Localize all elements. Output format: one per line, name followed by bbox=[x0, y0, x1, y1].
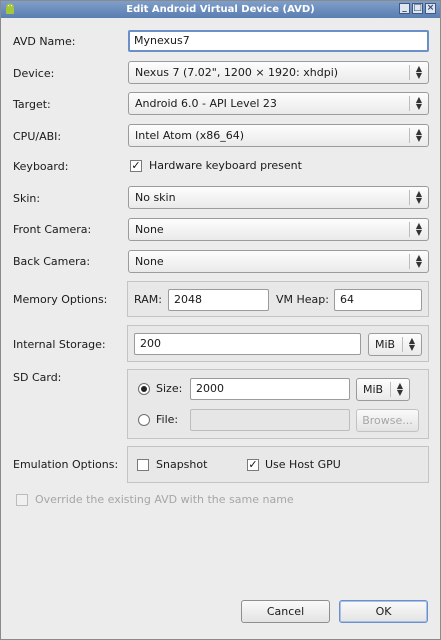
sd-file-radio[interactable] bbox=[138, 414, 150, 426]
avd-name-label: AVD Name: bbox=[13, 35, 76, 48]
sd-size-label: Size: bbox=[156, 382, 183, 395]
target-value: Android 6.0 - API Level 23 bbox=[135, 97, 277, 110]
back-camera-label: Back Camera: bbox=[13, 255, 91, 268]
internal-storage-group: 200 MiB ▲ ▼ bbox=[127, 325, 429, 362]
close-button[interactable]: × bbox=[425, 3, 436, 14]
use-host-gpu-label: Use Host GPU bbox=[265, 458, 341, 471]
window-title: Edit Android Virtual Device (AVD) bbox=[126, 4, 315, 15]
chevron-updown-icon: ▲ ▼ bbox=[409, 190, 428, 205]
skin-value: No skin bbox=[135, 191, 176, 204]
front-camera-label: Front Camera: bbox=[13, 223, 92, 236]
device-value: Nexus 7 (7.02", 1200 × 1920: xhdpi) bbox=[135, 66, 339, 79]
cpu-abi-label: CPU/ABI: bbox=[13, 130, 62, 143]
skin-select[interactable]: No skin ▲ ▼ bbox=[128, 186, 429, 209]
sd-file-label: File: bbox=[156, 413, 179, 426]
android-app-icon bbox=[6, 3, 14, 14]
internal-storage-unit: MiB bbox=[375, 338, 396, 351]
internal-storage-unit-select[interactable]: MiB ▲ ▼ bbox=[368, 333, 422, 356]
chevron-updown-icon: ▲ ▼ bbox=[409, 96, 428, 111]
chevron-updown-icon: ▲ ▼ bbox=[409, 222, 428, 237]
chevron-updown-icon: ▲ ▼ bbox=[402, 337, 421, 352]
emulation-options-group: Snapshot ✓ Use Host GPU bbox=[127, 446, 429, 483]
sd-file-input[interactable] bbox=[190, 409, 350, 431]
maximize-button[interactable]: □ bbox=[412, 3, 423, 14]
sd-card-label: SD Card: bbox=[13, 371, 62, 384]
chevron-updown-icon: ▲ ▼ bbox=[390, 382, 409, 397]
title-bar: Edit Android Virtual Device (AVD) _ □ × bbox=[1, 1, 440, 18]
sd-size-radio[interactable] bbox=[138, 383, 150, 395]
emulation-options-label: Emulation Options: bbox=[13, 458, 119, 471]
target-select[interactable]: Android 6.0 - API Level 23 ▲ ▼ bbox=[128, 92, 429, 115]
snapshot-label: Snapshot bbox=[156, 458, 208, 471]
avd-name-input[interactable]: Mynexus7 bbox=[128, 30, 429, 52]
override-label: Override the existing AVD with the same … bbox=[35, 493, 294, 506]
front-camera-select[interactable]: None ▲ ▼ bbox=[128, 218, 429, 241]
keyboard-label: Keyboard: bbox=[13, 160, 69, 173]
hardware-keyboard-label: Hardware keyboard present bbox=[149, 159, 302, 172]
sd-size-unit-select[interactable]: MiB ▲ ▼ bbox=[356, 378, 410, 401]
cpu-abi-value: Intel Atom (x86_64) bbox=[135, 129, 245, 142]
internal-storage-label: Internal Storage: bbox=[13, 338, 106, 351]
minimize-button[interactable]: _ bbox=[399, 3, 410, 14]
sd-size-input[interactable]: 2000 bbox=[190, 378, 350, 400]
device-label: Device: bbox=[13, 67, 55, 80]
ram-input[interactable]: 2048 bbox=[168, 289, 269, 311]
use-host-gpu-checkbox[interactable]: ✓ bbox=[247, 459, 259, 471]
snapshot-checkbox[interactable] bbox=[137, 459, 149, 471]
memory-options-group: RAM: 2048 VM Heap: 64 bbox=[127, 281, 429, 317]
ok-button[interactable]: OK bbox=[339, 600, 428, 623]
browse-button[interactable]: Browse... bbox=[356, 409, 419, 432]
front-camera-value: None bbox=[135, 223, 164, 236]
sd-size-unit: MiB bbox=[363, 383, 384, 396]
target-label: Target: bbox=[13, 98, 51, 111]
chevron-updown-icon: ▲ ▼ bbox=[409, 254, 428, 269]
vm-heap-input[interactable]: 64 bbox=[334, 289, 422, 311]
memory-options-label: Memory Options: bbox=[13, 293, 108, 306]
vm-heap-label: VM Heap: bbox=[276, 293, 329, 306]
hardware-keyboard-checkbox[interactable]: ✓ bbox=[130, 160, 142, 172]
override-checkbox[interactable] bbox=[16, 494, 28, 506]
ram-label: RAM: bbox=[134, 293, 162, 306]
internal-storage-input[interactable]: 200 bbox=[134, 333, 361, 355]
chevron-updown-icon: ▲ ▼ bbox=[409, 65, 428, 80]
cancel-button[interactable]: Cancel bbox=[241, 600, 330, 623]
device-select[interactable]: Nexus 7 (7.02", 1200 × 1920: xhdpi) ▲ ▼ bbox=[128, 61, 429, 84]
avd-dialog: Edit Android Virtual Device (AVD) _ □ × … bbox=[0, 0, 441, 640]
cpu-abi-select[interactable]: Intel Atom (x86_64) ▲ ▼ bbox=[128, 124, 429, 147]
back-camera-value: None bbox=[135, 255, 164, 268]
back-camera-select[interactable]: None ▲ ▼ bbox=[128, 250, 429, 273]
skin-label: Skin: bbox=[13, 192, 41, 205]
sd-card-group: Size: 2000 MiB ▲ ▼ File: Browse... bbox=[127, 369, 429, 439]
chevron-updown-icon: ▲ ▼ bbox=[409, 128, 428, 143]
